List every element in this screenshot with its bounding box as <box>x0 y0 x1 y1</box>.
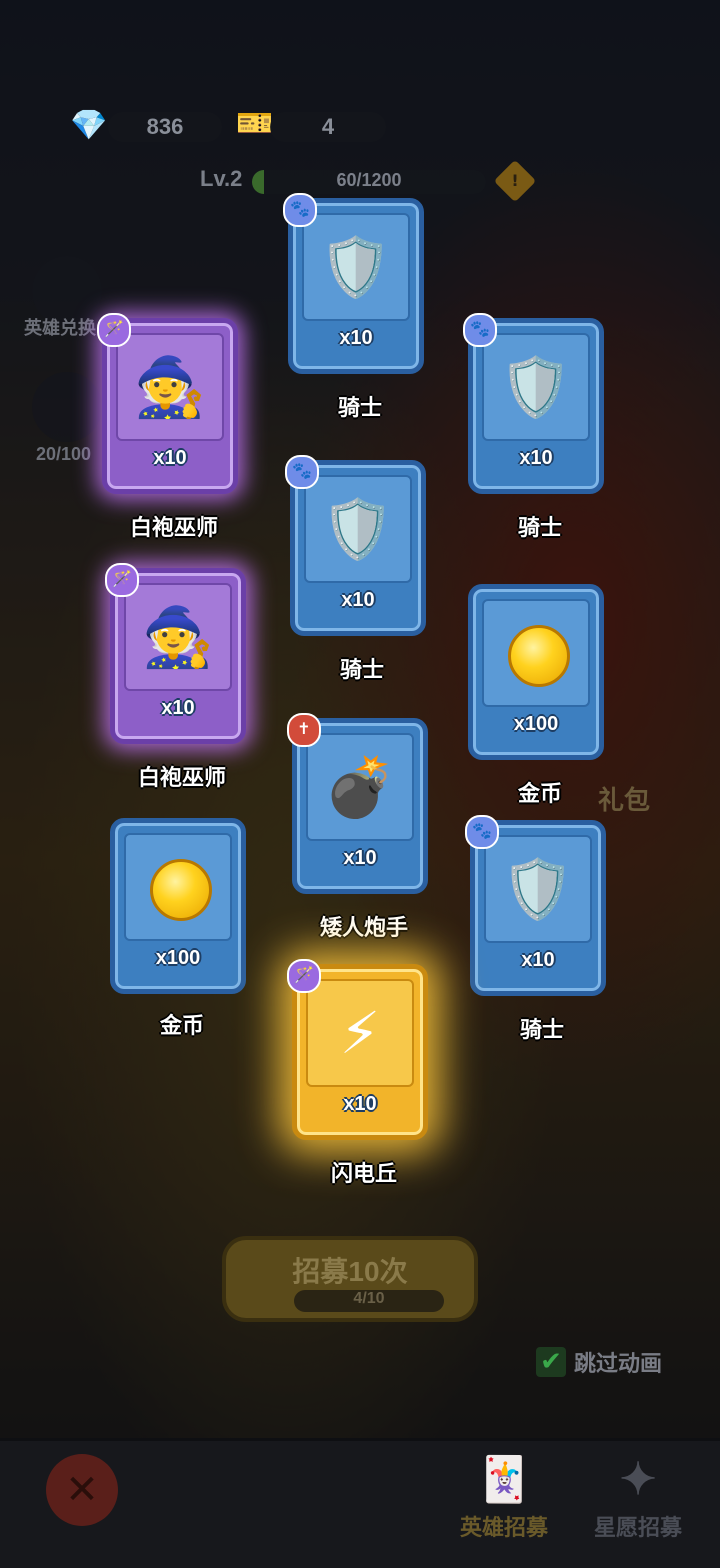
wizard-icon: 🧙 <box>133 353 207 421</box>
tab-hero-recruit-label: 英雄招募 <box>459 1515 548 1540</box>
paw-badge-icon: 🐾 <box>463 313 497 347</box>
reward-card[interactable]: 🛡️ x10 🐾 <box>465 815 606 996</box>
card-name: 骑士 <box>339 657 384 682</box>
wizard-icon: 🧙 <box>141 603 215 671</box>
gem-counter: 836 <box>108 112 222 142</box>
ticket-counter: 4 <box>270 112 386 142</box>
warning-icon[interactable]: ! <box>493 159 537 203</box>
card-name: 骑士 <box>337 395 382 420</box>
card-quantity: x100 <box>155 947 201 969</box>
card-art: ⚡ <box>306 979 414 1087</box>
ticket-icon: 🎫 <box>236 106 274 141</box>
reward-card[interactable]: ⚡ x10 🪄 <box>287 959 428 1140</box>
checkbox-icon[interactable]: ✔ <box>536 1347 566 1377</box>
tab-wish-recruit[interactable]: ✦ 星愿招募 <box>586 1450 690 1542</box>
card-art: 🧙 <box>124 583 232 691</box>
ticket-count: 4 <box>321 114 335 139</box>
card-art: 🛡️ <box>304 475 412 583</box>
reward-card[interactable]: 💣 x10 ✝ <box>287 713 428 894</box>
knight-icon: 🛡️ <box>319 233 393 301</box>
reward-card[interactable]: x100 <box>468 584 604 760</box>
card-name: 白袍巫师 <box>129 515 218 540</box>
card-quantity: x10 <box>343 847 377 869</box>
tab-wish-recruit-label: 星愿招募 <box>593 1515 682 1540</box>
reward-card[interactable]: 🛡️ x10 🐾 <box>283 193 424 374</box>
card-art: 🧙 <box>116 333 224 441</box>
skip-animation-toggle[interactable]: ✔ 跳过动画 <box>536 1346 662 1378</box>
wand-badge-icon: 🪄 <box>97 313 131 347</box>
cross-badge-icon: ✝ <box>287 713 321 747</box>
card-art: 🛡️ <box>482 333 590 441</box>
level-label: Lv.2 <box>200 166 243 191</box>
card-quantity: x10 <box>521 949 555 971</box>
recruit-count: 4/10 <box>294 1290 444 1312</box>
knight-icon: 🛡️ <box>321 495 395 563</box>
star-button[interactable] <box>32 372 102 442</box>
paw-badge-icon: 🐾 <box>465 815 499 849</box>
xp-bar: 60/1200 <box>252 170 486 194</box>
paw-badge-icon: 🐾 <box>283 193 317 227</box>
gem-count: 836 <box>146 114 184 139</box>
card-name: 金币 <box>159 1013 204 1038</box>
card-quantity: x10 <box>343 1093 377 1115</box>
hero-card-icon: 🃏 <box>476 1455 532 1504</box>
tab-hero-recruit[interactable]: 🃏 英雄招募 <box>452 1450 556 1542</box>
dwarf-icon: 💣 <box>323 753 397 821</box>
lightning-hero-icon: ⚡ <box>339 999 381 1067</box>
card-quantity: x10 <box>341 589 375 611</box>
recruit-label: 招募10次 <box>292 1256 408 1287</box>
hero-exchange-label: 英雄兑换 <box>24 318 96 338</box>
knight-icon: 🛡️ <box>499 353 573 421</box>
card-quantity: x10 <box>161 697 195 719</box>
card-name: 骑士 <box>517 515 562 540</box>
card-name: 金币 <box>517 781 562 806</box>
xp-text: 60/1200 <box>336 170 402 190</box>
reward-card[interactable]: 🧙 x10 🪄 <box>97 313 238 494</box>
reward-card[interactable]: 🛡️ x10 🐾 <box>285 455 426 636</box>
close-icon[interactable]: ✕ <box>46 1454 118 1526</box>
card-art <box>124 833 232 941</box>
card-art: 💣 <box>306 733 414 841</box>
reward-card[interactable]: 🛡️ x10 🐾 <box>463 313 604 494</box>
card-quantity: x10 <box>339 327 373 349</box>
card-name: 闪电丘 <box>330 1161 397 1186</box>
reward-card[interactable]: x100 <box>110 818 246 994</box>
wish-icon: ✦ <box>619 1455 657 1504</box>
card-name: 白袍巫师 <box>137 765 226 790</box>
card-art: 🛡️ <box>302 213 410 321</box>
paw-badge-icon: 🐾 <box>285 455 319 489</box>
card-name: 骑士 <box>519 1017 564 1042</box>
gift-label: 礼包 <box>598 785 651 815</box>
skip-animation-label: 跳过动画 <box>574 1351 663 1376</box>
star-progress-label: 20/100 <box>36 444 92 464</box>
reward-card[interactable]: 🧙 x10 🪄 <box>105 563 246 744</box>
recruit-10-button[interactable]: 招募10次 4/10 <box>222 1236 478 1322</box>
coin-icon <box>150 859 212 921</box>
card-name: 矮人炮手 <box>319 915 408 940</box>
wand-badge-icon: 🪄 <box>287 959 321 993</box>
wand-badge-icon: 🪄 <box>105 563 139 597</box>
coin-icon <box>508 625 570 687</box>
card-quantity: x100 <box>513 713 559 735</box>
card-quantity: x10 <box>519 447 553 469</box>
card-art: 🛡️ <box>484 835 592 943</box>
knight-icon: 🛡️ <box>501 855 575 923</box>
card-quantity: x10 <box>153 447 187 469</box>
gem-icon: 💎 <box>70 108 108 143</box>
card-art <box>482 599 590 707</box>
